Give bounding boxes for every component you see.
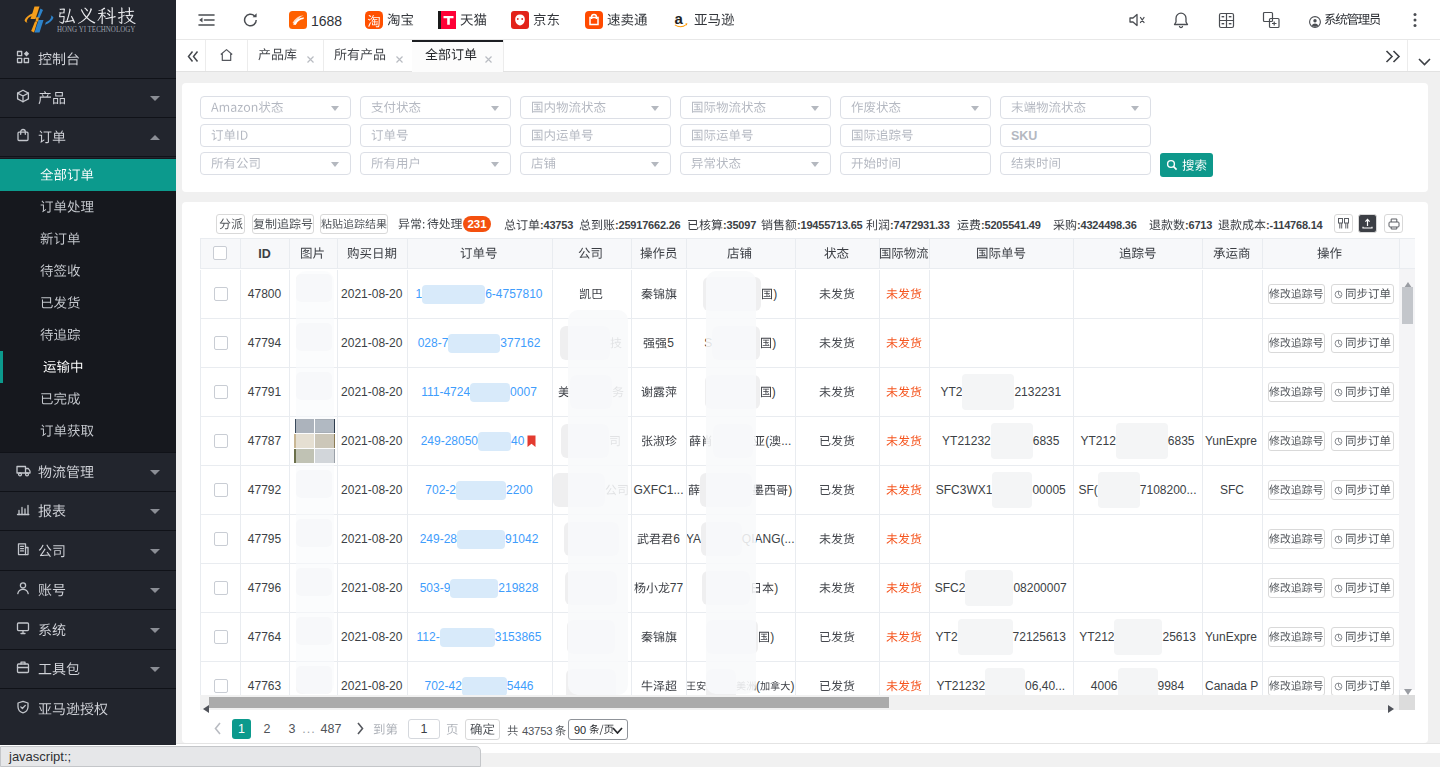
svg-text:a: a [674,11,683,27]
